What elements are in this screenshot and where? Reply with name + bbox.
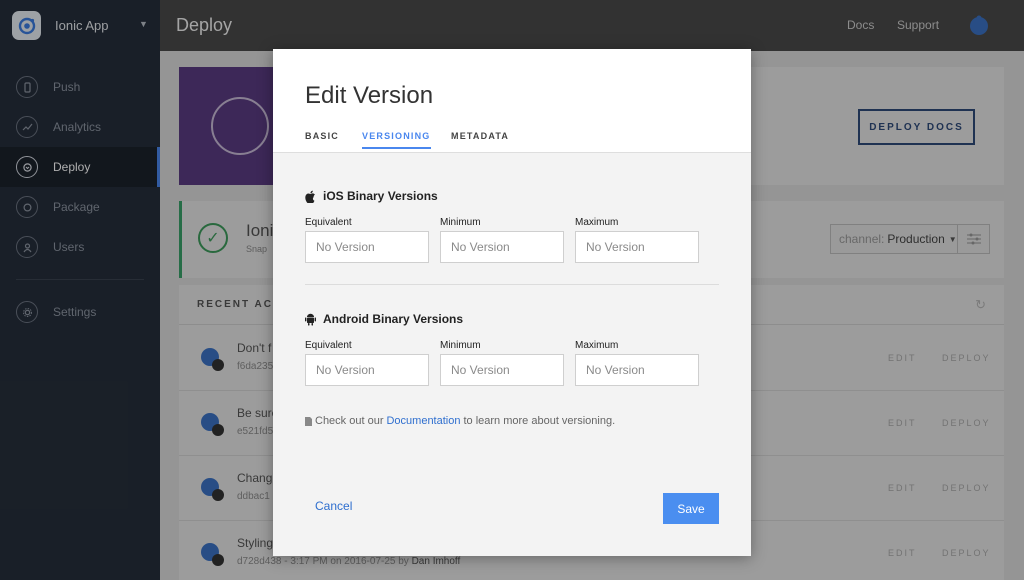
tab-versioning[interactable]: VERSIONING xyxy=(362,131,431,149)
android-icon xyxy=(305,313,316,326)
ios-maximum-input[interactable] xyxy=(575,231,699,263)
help-text: Check out our Documentation to learn mor… xyxy=(305,415,615,427)
ios-maximum-label: Maximum xyxy=(575,217,619,228)
apple-icon xyxy=(305,190,315,203)
modal-title: Edit Version xyxy=(305,82,434,109)
android-section-heading: Android Binary Versions xyxy=(305,312,463,326)
help-prefix: Check out our xyxy=(315,415,384,427)
tab-basic[interactable]: BASIC xyxy=(305,131,339,141)
ios-equivalent-label: Equivalent xyxy=(305,217,352,228)
ios-minimum-label: Minimum xyxy=(440,217,481,228)
android-minimum-label: Minimum xyxy=(440,340,481,351)
android-maximum-input[interactable] xyxy=(575,354,699,386)
ios-minimum-input[interactable] xyxy=(440,231,564,263)
documentation-link[interactable]: Documentation xyxy=(386,415,460,427)
document-icon xyxy=(305,416,312,426)
android-equivalent-input[interactable] xyxy=(305,354,429,386)
save-button[interactable]: Save xyxy=(663,493,719,524)
android-heading-text: Android Binary Versions xyxy=(323,312,464,326)
cancel-button[interactable]: Cancel xyxy=(315,499,352,513)
ios-heading-text: iOS Binary Versions xyxy=(323,189,438,203)
section-divider xyxy=(305,284,719,285)
edit-version-modal: Edit Version BASIC VERSIONING METADATA i… xyxy=(273,49,751,556)
android-maximum-label: Maximum xyxy=(575,340,619,351)
modal-header: Edit Version BASIC VERSIONING METADATA xyxy=(273,49,751,153)
ios-equivalent-input[interactable] xyxy=(305,231,429,263)
android-equivalent-label: Equivalent xyxy=(305,340,352,351)
android-minimum-input[interactable] xyxy=(440,354,564,386)
tab-metadata[interactable]: METADATA xyxy=(451,131,509,141)
ios-section-heading: iOS Binary Versions xyxy=(305,189,438,203)
help-suffix: to learn more about versioning. xyxy=(463,415,616,427)
